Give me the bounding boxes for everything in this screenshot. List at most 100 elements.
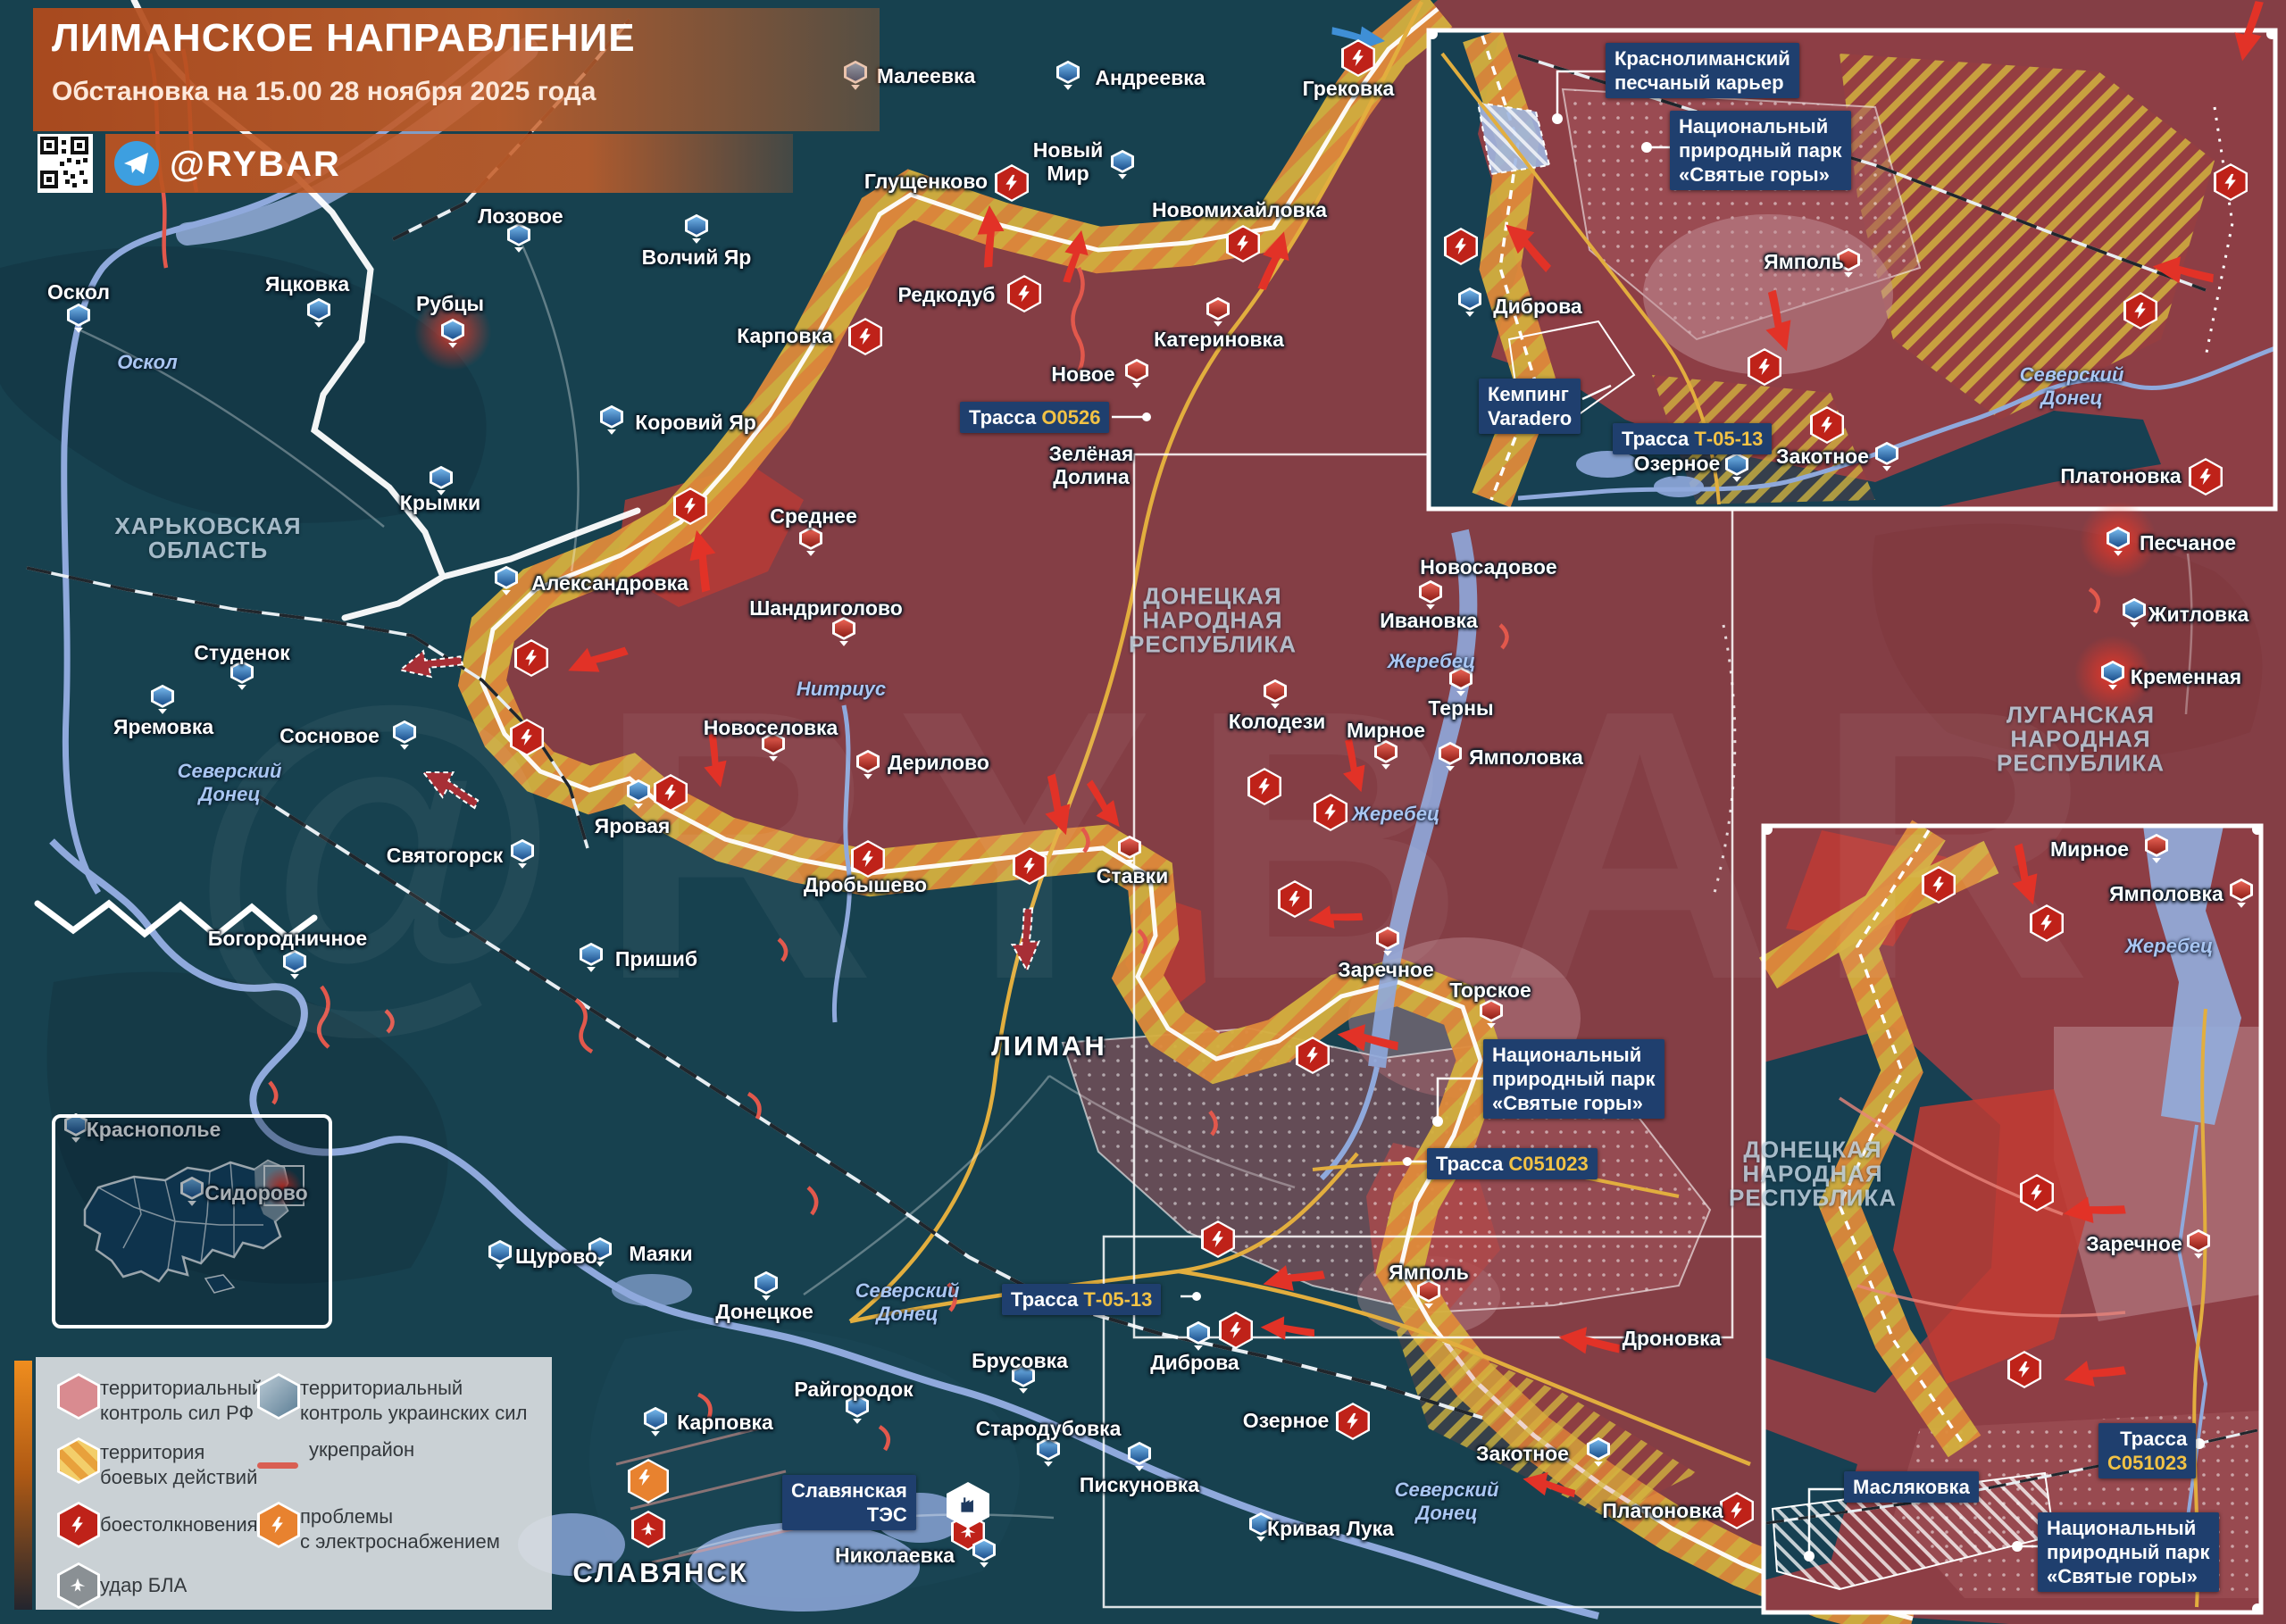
- ukraine-locator-minimap: [52, 1114, 332, 1328]
- town-label: Рубцы: [415, 292, 485, 315]
- clash-icon: [1226, 225, 1260, 262]
- town-marker: [1725, 452, 1748, 482]
- town-marker: [644, 1406, 667, 1437]
- town-label: Новое: [1051, 362, 1115, 386]
- map-shape: [1142, 412, 1151, 421]
- town-marker: [1206, 296, 1230, 327]
- town-label: Песчаное: [2139, 531, 2237, 554]
- callout-text: песчаный карьер: [1614, 71, 1784, 94]
- callout-text: Трасса: [2120, 1428, 2188, 1450]
- town-marker: [1875, 441, 1898, 471]
- town-label: Богородничное: [207, 927, 368, 950]
- town-label: Диброва: [1493, 295, 1582, 318]
- clash-icon: [2189, 458, 2223, 496]
- river-label: Нитриус: [796, 678, 887, 700]
- clash-icon: [2020, 1174, 2054, 1212]
- legend-swatch: [57, 1502, 100, 1548]
- red-attack-arrow: [559, 631, 635, 687]
- town-marker: [1587, 1437, 1610, 1467]
- town-marker: [488, 1239, 512, 1270]
- clash-icon: [1278, 880, 1312, 918]
- map-shape: [2252, 824, 2263, 835]
- river-label: Оскол: [117, 351, 178, 373]
- town-label: Яцковка: [264, 272, 350, 296]
- town-marker: [2076, 497, 2160, 582]
- map-shape: [1432, 1116, 1443, 1127]
- telegram-icon: [114, 141, 159, 186]
- town-label: Новоселовка: [703, 716, 838, 739]
- town-label: Пискуновка: [1079, 1473, 1200, 1496]
- town-marker: [1439, 741, 1462, 771]
- town-label: Озерное: [1242, 1409, 1330, 1432]
- legend-label: проблемы с электроснабжением: [300, 1505, 500, 1553]
- town-label: Карповка: [737, 324, 833, 347]
- map-shape: [1576, 451, 1639, 478]
- clash-icon: [1444, 228, 1478, 265]
- clash-icon: [2030, 904, 2064, 942]
- town-marker: [1419, 579, 1442, 610]
- callout-text: «Святые горы»: [1492, 1092, 1643, 1114]
- river-label: Северский Донец: [2019, 363, 2124, 409]
- map-callout-box: Национальный природный парк «Святые горы»: [2038, 1512, 2219, 1592]
- town-marker: [755, 1270, 778, 1301]
- callout-text: Т-05-13: [1083, 1288, 1153, 1311]
- clash-icon: [2214, 163, 2248, 201]
- town-label: Кривая Лука: [1267, 1517, 1394, 1540]
- town-label: Щурово: [515, 1245, 597, 1268]
- legend-label: боестолкновения: [100, 1513, 258, 1536]
- town-label: Донецкое: [715, 1300, 813, 1323]
- legend-swatch: [57, 1437, 100, 1484]
- town-label: Александровка: [531, 571, 688, 595]
- town-label: Дерилово: [888, 751, 989, 774]
- town-label: Пришиб: [614, 947, 698, 970]
- town-marker: [1118, 835, 1141, 865]
- town-marker: [600, 404, 623, 435]
- town-label: Студенок: [194, 641, 290, 664]
- map-shape: [1654, 476, 1704, 497]
- legend-label: территориальный контроль украинских сил: [300, 1377, 528, 1424]
- town-label: Дробышево: [803, 873, 928, 896]
- region-label: СЛАВЯНСК: [572, 1557, 749, 1588]
- town-marker: [685, 213, 708, 244]
- town-marker: [1480, 998, 1503, 1029]
- map-callout-box: Трасса О0526: [960, 402, 1110, 433]
- town-label: Маяки: [629, 1242, 693, 1265]
- legend-swatch: [57, 1373, 100, 1420]
- clash-icon: [654, 774, 688, 812]
- callout-text: Славянская: [791, 1479, 907, 1502]
- town-label: Грековка: [1302, 77, 1395, 100]
- callout-text: О0526: [1041, 406, 1101, 429]
- town-label: Закотное: [1776, 445, 1869, 468]
- town-marker: [1376, 926, 1399, 956]
- town-marker: [67, 303, 90, 333]
- town-label: Николаевка: [834, 1544, 955, 1567]
- town-label: Мирное: [2049, 837, 2130, 861]
- river-label: Северский Донец: [1394, 1478, 1499, 1524]
- town-label: Озерное: [1633, 452, 1721, 475]
- map-callout-box: Трасса Т-05-13: [1613, 423, 1773, 454]
- callout-text: С051023: [1508, 1153, 1589, 1175]
- town-marker: [580, 942, 603, 972]
- town-marker: [1125, 358, 1148, 388]
- callout-text: ТЭС: [866, 1503, 907, 1526]
- town-label: Сосновое: [279, 724, 380, 747]
- clash-icon: [1922, 866, 1956, 904]
- town-marker: [1111, 149, 1134, 179]
- town-marker: [2187, 1228, 2210, 1259]
- town-label: Стародубовка: [975, 1417, 1122, 1440]
- callout-text: Национальный: [2047, 1517, 2197, 1539]
- callout-text: Трасса: [1622, 428, 1695, 450]
- callout-text: природный парк: [2047, 1541, 2210, 1563]
- map-callout-box: Кемпинг Varadero: [1479, 379, 1581, 434]
- clash-icon: [1810, 406, 1844, 444]
- callout-text: Масляковка: [1853, 1476, 1970, 1498]
- map-callout-box: Трасса С051023: [2098, 1423, 2197, 1478]
- map-callout-box: Краснолиманский песчаный карьер: [1606, 43, 1799, 98]
- town-label: Глущенково: [864, 170, 989, 193]
- river-label: Жеребец: [1387, 650, 1476, 672]
- town-marker: [230, 660, 254, 690]
- town-marker: [393, 720, 416, 750]
- clash-icon: [1341, 39, 1375, 77]
- clash-icon: [510, 719, 544, 756]
- town-label: Закотное: [1476, 1442, 1569, 1465]
